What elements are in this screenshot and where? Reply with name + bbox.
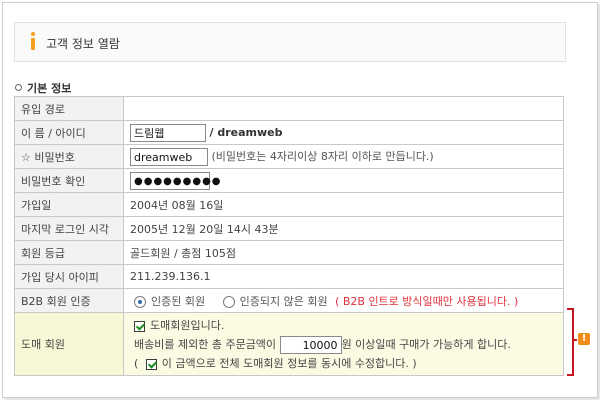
radio-unverified[interactable]: 인증되지 않은 회원: [222, 295, 331, 308]
password-hint: (비밀번호는 4자리이상 8자리 이하로 만듭니다.): [211, 149, 434, 163]
join-date-value: 2004년 08월 16일: [123, 192, 564, 217]
b2b-auth-cell: 인증된 회원 인증되지 않은 회원 ( B2B 인트로 방식일때만 사용됩니다.…: [123, 288, 564, 313]
customer-info-table: 유입 경로 이 름 / 아이디 드림웹 / dreamweb ☆ 비밀번호 dr…: [14, 96, 564, 376]
last-login-label: 마지막 로그인 시각: [14, 216, 124, 241]
bullet-icon: [15, 84, 22, 91]
table-row: 유입 경로: [14, 96, 564, 121]
password-confirm-label: 비밀번호 확인: [14, 168, 124, 193]
name-input[interactable]: 드림웹: [130, 123, 206, 142]
warning-icon: !: [578, 333, 590, 345]
referrer-label: 유입 경로: [14, 96, 124, 121]
page-header: 고객 정보 열람: [14, 22, 566, 62]
join-date-label: 가입일: [14, 192, 124, 217]
apply-all-label[interactable]: 이 금액으로 전체 도매회원 정보를 동시에 수정합니다.: [162, 357, 409, 370]
table-row: 가입일 2004년 08월 16일: [14, 192, 564, 217]
referrer-value: [123, 96, 564, 121]
table-row: 비밀번호 확인 ●●●●●●●●●: [14, 168, 564, 193]
table-row: 마지막 로그인 시각 2005년 12월 20일 14시 43분: [14, 216, 564, 241]
section-title-text: 기본 정보: [27, 82, 72, 95]
join-ip-label: 가입 당시 아이피: [14, 264, 124, 289]
amount-input[interactable]: 10000: [279, 336, 342, 354]
table-row: ☆ 비밀번호 dreamweb (비밀번호는 4자리이상 8자리 이하로 만듭니…: [14, 144, 564, 169]
wholesale-amount-row: 배송비를 제외한 총 주문금액이 10000 원 이상일때 구매가 가능하게 합니…: [134, 335, 555, 354]
wholesale-label: 도매 회원: [14, 312, 124, 376]
join-ip-value: 211.239.136.1: [123, 264, 564, 289]
wholesale-checkbox[interactable]: [134, 320, 145, 332]
highlight-bracket: [567, 308, 574, 376]
grade-label: 회원 등급: [14, 240, 124, 265]
radio-unverified-label[interactable]: 인증되지 않은 회원: [240, 295, 328, 308]
grade-value: 골드회원 / 총점 105점: [123, 240, 564, 265]
radio-verified[interactable]: 인증된 회원: [134, 295, 209, 308]
name-id-cell: 드림웹 / dreamweb: [123, 120, 564, 145]
table-row: 이 름 / 아이디 드림웹 / dreamweb: [14, 120, 564, 145]
apply-all-close-paren: ): [412, 357, 417, 370]
table-row-wholesale: 도매 회원 도매회원입니다. 배송비를 제외한 총 주문금액이 10000 원 이…: [14, 312, 564, 376]
page-title: 고객 정보 열람: [46, 37, 120, 51]
highlight-bracket-tick: [572, 339, 577, 341]
wholesale-checkbox-row: 도매회원입니다.: [134, 316, 555, 335]
apply-all-checkbox[interactable]: [145, 358, 157, 370]
amount-prefix: 배송비를 제외한 총 주문금액이: [134, 338, 277, 351]
radio-unverified-control[interactable]: [222, 295, 235, 308]
info-icon: [31, 32, 35, 50]
amount-suffix: 원 이상일때 구매가 가능하게 합니다.: [341, 338, 511, 351]
name-id-label: 이 름 / 아이디: [14, 120, 124, 145]
table-row: 가입 당시 아이피 211.239.136.1: [14, 264, 564, 289]
table-row: 회원 등급 골드회원 / 총점 105점: [14, 240, 564, 265]
section-title: 기본 정보: [15, 80, 71, 96]
last-login-value: 2005년 12월 20일 14시 43분: [123, 216, 564, 241]
password-input[interactable]: dreamweb: [130, 147, 208, 166]
wholesale-checkbox-label[interactable]: 도매회원입니다.: [150, 319, 224, 332]
user-id-text: / dreamweb: [209, 125, 283, 139]
wholesale-cell: 도매회원입니다. 배송비를 제외한 총 주문금액이 10000 원 이상일때 구매…: [123, 312, 564, 376]
b2b-auth-label: B2B 회원 인증: [14, 288, 124, 313]
apply-all-row: ( 이 금액으로 전체 도매회원 정보를 동시에 수정합니다. ): [134, 354, 555, 373]
apply-all-open-paren: (: [134, 357, 139, 370]
radio-verified-control[interactable]: [134, 295, 146, 308]
password-label: ☆ 비밀번호: [14, 144, 124, 169]
radio-verified-label[interactable]: 인증된 회원: [151, 295, 205, 308]
password-confirm-input[interactable]: ●●●●●●●●●: [130, 171, 221, 190]
password-cell: dreamweb (비밀번호는 4자리이상 8자리 이하로 만듭니다.): [123, 144, 564, 169]
b2b-note: ( B2B 인트로 방식일때만 사용됩니다. ): [335, 294, 519, 308]
table-row: B2B 회원 인증 인증된 회원 인증되지 않은 회원 ( B2B 인트로 방식…: [14, 288, 564, 313]
password-confirm-cell: ●●●●●●●●●: [123, 168, 564, 193]
